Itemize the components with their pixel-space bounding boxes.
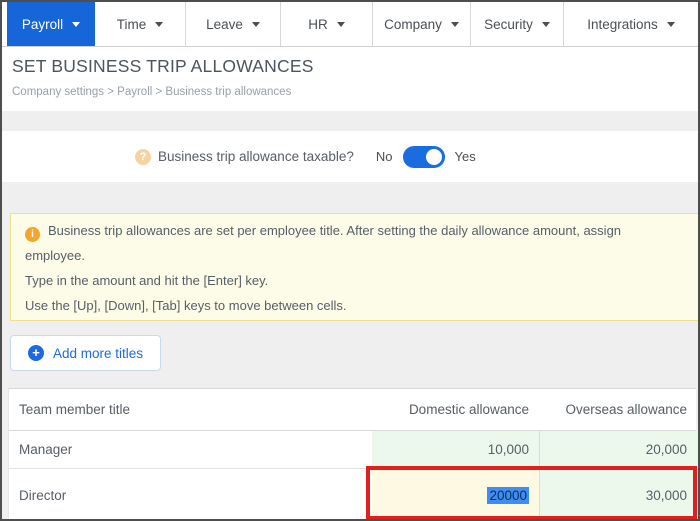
chevron-down-icon <box>336 21 345 27</box>
title-cell-manager: Manager <box>19 442 73 457</box>
domestic-allowance-cell-manager[interactable]: 10,000 <box>372 431 539 468</box>
nav-tab-company[interactable]: Company <box>373 2 471 46</box>
nav-tab-payroll[interactable]: Payroll <box>7 2 95 46</box>
nav-tab-hr[interactable]: HR <box>281 2 373 46</box>
app-window: Payroll Time Leave HR Company Security I… <box>0 0 700 521</box>
chevron-down-icon <box>72 21 81 27</box>
question-help-icon[interactable]: ? <box>135 148 151 165</box>
toggle-no-label: No <box>375 149 393 164</box>
nav-tab-time[interactable]: Time <box>95 2 186 46</box>
overseas-allowance-cell-director[interactable]: 30,000 <box>539 469 697 519</box>
info-line-4: Use the [Up], [Down], [Tab] keys to move… <box>25 298 347 313</box>
selected-input-text[interactable]: 20000 <box>487 486 529 504</box>
taxable-toggle-row: ? Business trip allowance taxable? No Ye… <box>2 131 698 182</box>
col-header-overseas-allowance: Overseas allowance <box>565 402 687 417</box>
toggle-yes-label: Yes <box>454 149 476 164</box>
domestic-allowance-cell-director[interactable]: 20000 <box>372 469 539 519</box>
taxable-toggle-switch[interactable] <box>402 145 445 168</box>
chevron-down-icon <box>541 21 550 27</box>
info-line-1: i Business trip allowances are set per em… <box>25 218 698 243</box>
table-header-row: Team member title Domestic allowance Ove… <box>9 389 696 431</box>
chevron-down-icon <box>251 21 260 27</box>
col-header-domestic-allowance: Domestic allowance <box>408 402 529 417</box>
table-row-director: Director 20000 30,000 <box>9 469 697 519</box>
nav-tab-integrations-label: Integrations <box>587 16 658 32</box>
info-box: i Business trip allowances are set per em… <box>10 213 698 321</box>
top-navigation: Payroll Time Leave HR Company Security I… <box>2 2 698 47</box>
nav-tab-leave[interactable]: Leave <box>186 2 281 46</box>
taxable-toggle-label: Business trip allowance taxable? <box>158 149 354 164</box>
chevron-down-icon <box>450 21 459 27</box>
chevron-down-icon <box>155 21 164 27</box>
add-more-titles-button[interactable]: + Add more titles <box>10 335 162 371</box>
add-more-titles-label: Add more titles <box>53 345 144 361</box>
title-cell-director: Director <box>19 487 67 503</box>
info-line-2: employee. <box>25 248 85 263</box>
nav-tab-integrations[interactable]: Integrations <box>564 2 698 46</box>
breadcrumb: Company settings > Payroll > Business tr… <box>12 86 292 98</box>
nav-tab-leave-label: Leave <box>206 16 243 32</box>
table-row-manager: Manager 10,000 20,000 <box>9 431 697 469</box>
chevron-down-icon <box>666 21 675 27</box>
info-line-3: Type in the amount and hit the [Enter] k… <box>25 273 269 288</box>
toggle-knob <box>425 148 442 165</box>
nav-tab-security[interactable]: Security <box>471 2 564 46</box>
allowance-table: Team member title Domestic allowance Ove… <box>8 388 697 519</box>
page-title: SET BUSINESS TRIP ALLOWANCES <box>12 56 314 76</box>
info-line-1-text: Business trip allowances are set per emp… <box>48 223 622 238</box>
col-header-team-member-title: Team member title <box>19 402 131 417</box>
nav-tab-security-label: Security <box>484 16 533 32</box>
plus-circle-icon: + <box>28 345 44 361</box>
overseas-allowance-cell-manager[interactable]: 20,000 <box>539 431 697 468</box>
nav-tab-hr-label: HR <box>308 16 328 32</box>
nav-tab-company-label: Company <box>384 16 442 32</box>
info-icon: i <box>25 227 40 242</box>
nav-tab-time-label: Time <box>116 16 147 32</box>
nav-tab-payroll-label: Payroll <box>21 16 64 32</box>
page-header: SET BUSINESS TRIP ALLOWANCES Company set… <box>2 47 698 111</box>
